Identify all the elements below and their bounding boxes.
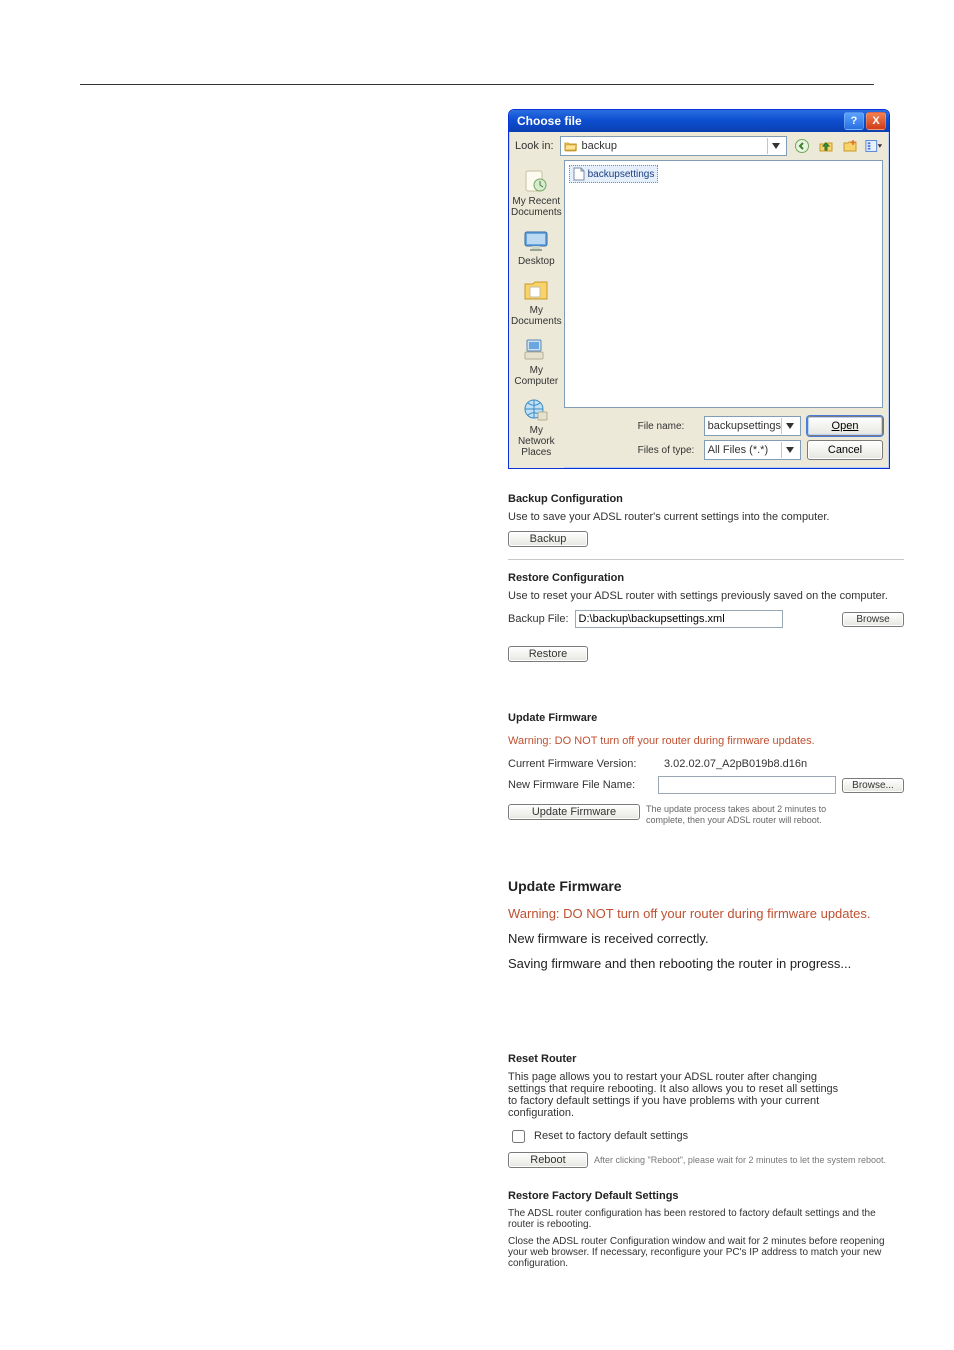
my-computer-icon [521,337,551,363]
reboot-button[interactable]: Reboot [508,1152,588,1168]
factory-line1: The ADSL router configuration has been r… [508,1208,904,1230]
places-label: My Network Places [511,425,562,458]
places-mycomputer[interactable]: My Computer [509,333,564,393]
restore-desc: Use to reset your ADSL router with setti… [508,590,904,602]
close-button[interactable]: X [866,112,886,130]
open-button[interactable]: Open [807,416,883,436]
divider [508,559,904,560]
back-icon[interactable] [793,137,811,155]
update-status-title: Update Firmware [508,878,934,894]
update-status-line1: New firmware is received correctly. [508,931,934,946]
filename-input[interactable]: backupsettings [704,416,801,436]
browse-button[interactable]: Browse [842,612,904,627]
reset-router-panel: Reset Router This page allows you to res… [508,1053,904,1168]
filetype-value: All Files (*.*) [708,444,769,456]
backup-title: Backup Configuration [508,493,904,505]
restore-file-row: Backup File: Browse [508,610,904,628]
filetype-combo[interactable]: All Files (*.*) [704,440,801,460]
current-fw-label: Current Firmware Version: [508,758,658,770]
reboot-hint: After clicking "Reboot", please wait for… [594,1155,886,1165]
places-mydocs[interactable]: My Documents [509,273,564,333]
places-bar: My Recent Documents Desktop My Documents [509,160,564,468]
recent-docs-icon [521,168,551,194]
filename-value: backupsettings [708,420,781,432]
dialog-titlebar[interactable]: Choose file ? X [509,110,889,132]
browse-button[interactable]: Browse... [842,778,904,793]
network-places-icon [521,397,551,423]
places-label: My Computer [511,365,562,387]
reset-factory-checkbox[interactable] [512,1130,525,1143]
choose-file-dialog: Choose file ? X Look in: backup [508,109,890,469]
places-label: My Documents [511,305,562,327]
file-item[interactable]: backupsettings [569,165,659,183]
dialog-title: Choose file [517,114,842,128]
file-area[interactable]: backupsettings [564,160,883,408]
places-desktop[interactable]: Desktop [509,224,564,273]
document-icon [573,167,585,181]
update-firmware-form: Update Firmware Warning: DO NOT turn off… [508,712,904,826]
factory-default-status: Restore Factory Default Settings The ADS… [508,1190,904,1269]
current-fw-value: 3.02.02.07_A2pB019b8.d16n [664,758,807,770]
backup-restore-panel: Backup Configuration Use to save your AD… [508,493,904,662]
chevron-down-icon [781,442,797,458]
places-label: Desktop [518,256,555,267]
desktop-icon [521,228,551,254]
folder-open-icon [564,141,578,152]
new-folder-icon[interactable] [841,137,859,155]
places-recent[interactable]: My Recent Documents [509,164,564,224]
help-icon: ? [851,115,858,127]
update-firmware-status: Update Firmware Warning: DO NOT turn off… [508,878,934,971]
lookin-value: backup [582,140,617,152]
places-network[interactable]: My Network Places [509,393,564,464]
chevron-down-icon [767,138,783,154]
new-fw-label: New Firmware File Name: [508,779,652,791]
reset-title: Reset Router [508,1053,904,1065]
places-label: My Recent Documents [511,196,562,218]
new-fw-input[interactable] [658,776,836,794]
filename-label: File name: [638,421,698,432]
backup-button[interactable]: Backup [508,531,588,547]
close-icon: X [872,115,879,127]
update-warning: Warning: DO NOT turn off your router dur… [508,735,904,747]
cancel-button[interactable]: Cancel [807,440,883,460]
update-status-warning: Warning: DO NOT turn off your router dur… [508,906,934,921]
reset-checkbox-label: Reset to factory default settings [534,1130,688,1142]
filetype-label: Files of type: [638,445,698,456]
factory-line2: Close the ADSL router Configuration wind… [508,1236,904,1269]
restore-title: Restore Configuration [508,572,904,584]
update-hint: The update process takes about 2 minutes… [646,804,856,826]
factory-title: Restore Factory Default Settings [508,1190,904,1202]
page-divider [80,84,874,85]
help-button[interactable]: ? [844,112,864,130]
lookin-label: Look in: [515,140,554,152]
restore-button[interactable]: Restore [508,646,588,662]
reset-desc: This page allows you to restart your ADS… [508,1071,848,1119]
restore-file-input[interactable] [575,610,783,628]
up-one-level-icon[interactable] [817,137,835,155]
dialog-toolbar: Look in: backup [509,132,889,160]
chevron-down-icon [781,418,797,434]
update-title: Update Firmware [508,712,904,724]
lookin-combo[interactable]: backup [560,136,787,156]
backup-desc: Use to save your ADSL router's current s… [508,511,904,523]
my-documents-icon [521,277,551,303]
update-firmware-button[interactable]: Update Firmware [508,804,640,820]
restore-file-label: Backup File: [508,613,569,625]
views-icon[interactable] [865,137,883,155]
file-item-label: backupsettings [588,169,655,180]
update-status-line2: Saving firmware and then rebooting the r… [508,956,934,971]
